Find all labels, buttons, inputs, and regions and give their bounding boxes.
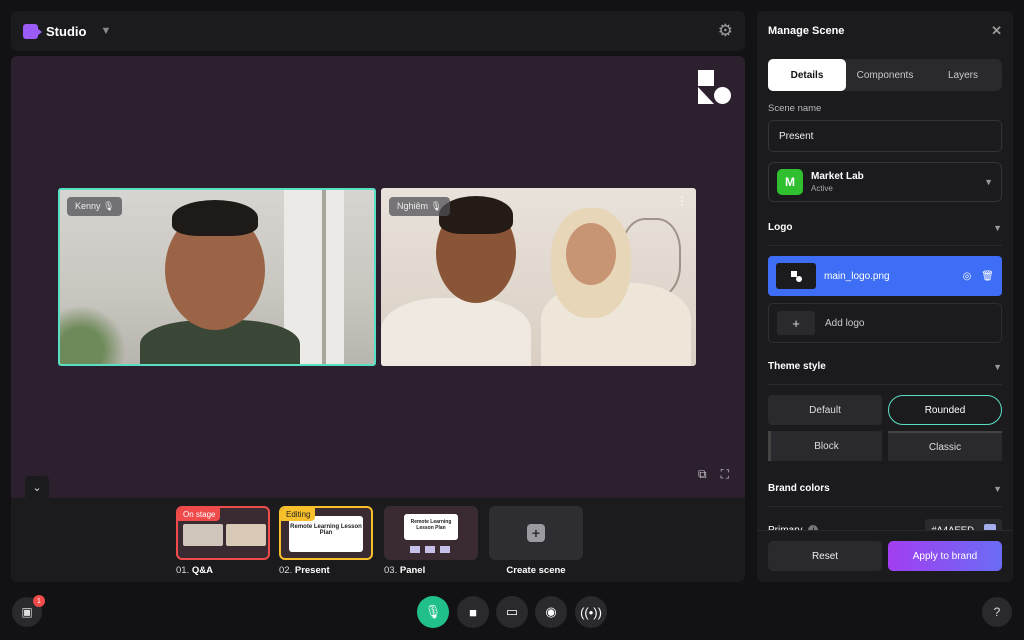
brand-status: Active: [811, 184, 833, 193]
broadcast-button[interactable]: ((•)): [575, 596, 607, 628]
mic-icon: 🎙: [103, 201, 115, 211]
theme-rounded[interactable]: Rounded: [888, 395, 1002, 425]
chevron-down-icon: ▼: [993, 361, 1002, 372]
theme-default[interactable]: Default: [768, 395, 882, 425]
theme-style-options: Default Rounded Block Classic: [768, 395, 1002, 461]
plus-icon: +: [777, 311, 815, 335]
trash-icon[interactable]: 🗑: [981, 271, 994, 282]
mic-button[interactable]: 🎙: [417, 596, 449, 628]
scene-thumbnail: Remote Learning Lesson Plan: [384, 506, 478, 560]
panel-title: Manage Scene: [768, 25, 845, 37]
tab-layers[interactable]: Layers: [924, 59, 1002, 91]
slide-preview: Remote Learning Lesson Plan: [289, 516, 363, 552]
panel-tabs: Details Components Layers: [768, 59, 1002, 91]
editing-badge: Editing: [281, 508, 316, 521]
plus-icon: +: [527, 524, 545, 542]
brand-logo: [698, 70, 731, 104]
chevron-down-icon: ▼: [984, 177, 993, 187]
video-camera-icon: ■: [469, 604, 477, 620]
notification-badge: 1: [33, 595, 45, 607]
broadcast-icon: ((•)): [580, 604, 602, 620]
brand-colors-section-header[interactable]: Brand colors ▼: [768, 471, 1002, 507]
chat-button[interactable]: ▣ 1: [12, 595, 45, 627]
mic-icon: 🎙: [424, 604, 442, 619]
stage-canvas: Kenny 🎙 Nghiêm 🎙 ⋮ ⧉ ⛶ ⌄: [11, 56, 745, 498]
help-icon: ?: [993, 605, 1001, 619]
brand-name: Market Lab: [811, 171, 864, 182]
video-tile-kenny[interactable]: Kenny 🎙: [58, 188, 376, 366]
brand-avatar: M: [777, 169, 803, 195]
chevron-down-icon[interactable]: ▼: [100, 25, 111, 37]
brand-select[interactable]: M Market Lab Active ▼: [768, 162, 1002, 202]
manage-scene-panel: Manage Scene ✕ Details Components Layers…: [757, 11, 1013, 582]
hide-icon[interactable]: ◎: [963, 271, 972, 282]
more-options-icon[interactable]: ⋮: [676, 194, 688, 208]
chevron-down-icon: ▼: [993, 483, 1002, 494]
slide-preview: Remote Learning Lesson Plan: [404, 514, 458, 540]
reset-button[interactable]: Reset: [768, 541, 882, 571]
scene-name-input[interactable]: Present: [768, 120, 1002, 152]
scene-card-present[interactable]: Editing Remote Learning Lesson Plan 02. …: [279, 506, 373, 576]
scene-name: Q&A: [191, 565, 213, 576]
scene-thumbnail: Editing Remote Learning Lesson Plan: [279, 506, 373, 560]
logo-thumbnail: [776, 263, 816, 289]
scene-thumbnail: On stage: [176, 506, 270, 560]
fullscreen-icon[interactable]: ⛶: [721, 467, 729, 482]
mic-icon: 🎙: [430, 201, 442, 211]
scene-name: Present: [294, 565, 330, 576]
studio-header: Studio ▼ ⚙: [11, 11, 745, 51]
chat-icon: ▣: [21, 605, 33, 619]
popout-icon[interactable]: ⧉: [698, 467, 707, 482]
screen-share-icon: ▭: [505, 604, 519, 619]
app-title: Studio: [46, 23, 87, 39]
chevron-down-icon: ▼: [993, 222, 1002, 233]
participant-name-tag: Nghiêm 🎙: [389, 197, 450, 216]
help-button[interactable]: ?: [982, 597, 1012, 627]
collapse-scenes-button[interactable]: ⌄: [25, 476, 49, 498]
scenes-strip: On stage 01. Q&A Editing Remote Learning…: [11, 498, 745, 582]
theme-section-header[interactable]: Theme style ▼: [768, 349, 1002, 385]
camera-button[interactable]: ■: [457, 596, 489, 628]
gear-icon[interactable]: ⚙: [718, 21, 733, 41]
on-stage-badge: On stage: [178, 508, 221, 521]
video-camera-icon: [23, 23, 42, 39]
theme-classic[interactable]: Classic: [888, 431, 1002, 461]
tab-details[interactable]: Details: [768, 59, 846, 91]
tab-components[interactable]: Components: [846, 59, 924, 91]
apply-to-brand-button[interactable]: Apply to brand: [888, 541, 1002, 571]
video-tile-nghiem[interactable]: Nghiêm 🎙 ⋮: [381, 188, 696, 366]
scene-card-qa[interactable]: On stage 01. Q&A: [176, 506, 270, 576]
add-logo-button[interactable]: + Add logo: [768, 303, 1002, 343]
scene-name: Panel: [399, 565, 426, 576]
scene-card-panel[interactable]: Remote Learning Lesson Plan 03. Panel: [384, 506, 478, 576]
create-scene-button[interactable]: + Create scene: [489, 506, 583, 576]
scene-name-label: Scene name: [768, 103, 822, 114]
participant-name-tag: Kenny 🎙: [67, 197, 123, 216]
logo-item[interactable]: main_logo.png ◎ 🗑: [768, 256, 1002, 296]
record-icon: ◉: [545, 604, 557, 619]
screen-share-button[interactable]: ▭: [496, 596, 528, 628]
chevron-down-icon: ⌄: [32, 481, 42, 494]
logo-section-header[interactable]: Logo ▼: [768, 210, 1002, 246]
logo-filename: main_logo.png: [824, 270, 890, 282]
record-button[interactable]: ◉: [535, 596, 567, 628]
theme-block[interactable]: Block: [768, 431, 882, 461]
close-icon[interactable]: ✕: [991, 23, 1002, 39]
